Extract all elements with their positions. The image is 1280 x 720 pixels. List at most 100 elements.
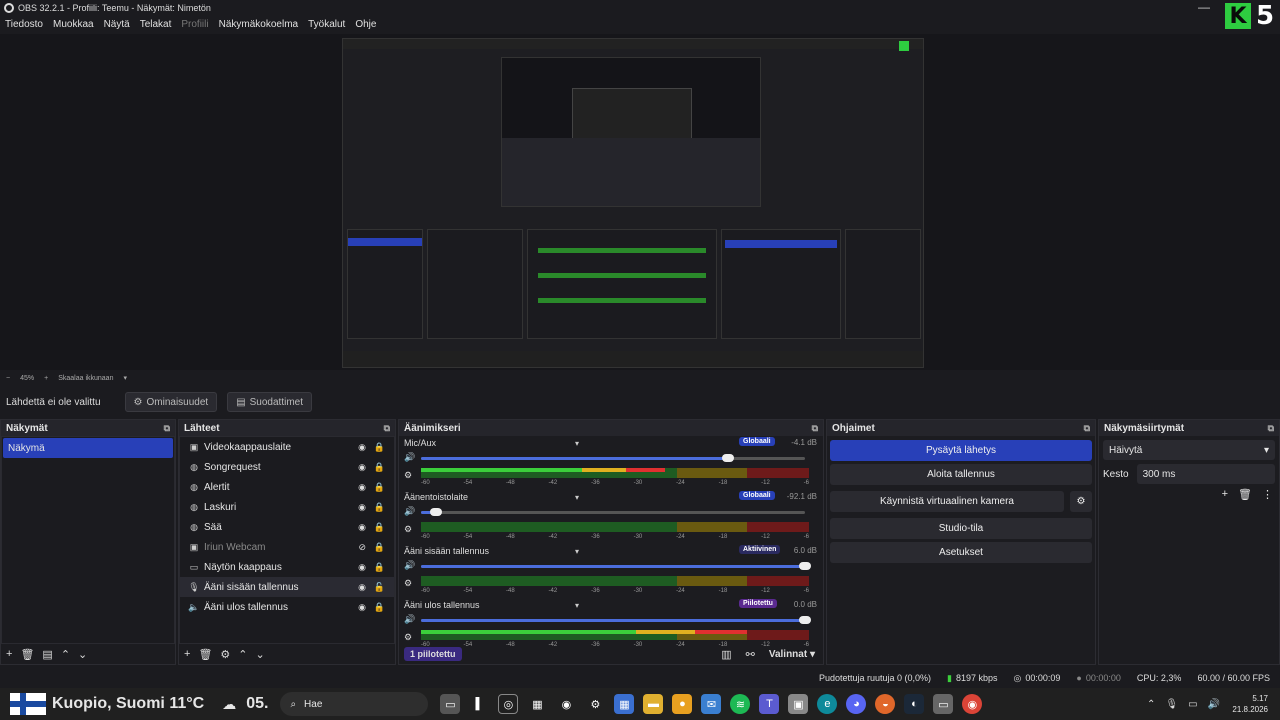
lock-icon[interactable]: 🔒: [374, 502, 385, 513]
eye-icon[interactable]: ◉: [358, 462, 366, 473]
zoom-in-button[interactable]: +: [44, 375, 48, 382]
chrome-icon[interactable]: ◉: [962, 694, 983, 714]
source-item[interactable]: ▣ Iriun Webcam ⊘ 🔒: [180, 537, 394, 557]
menu-scene-collection[interactable]: Näkymäkokoelma: [219, 19, 298, 30]
hidden-channels-button[interactable]: 1 piilotettu: [404, 647, 462, 661]
slider-knob[interactable]: [799, 562, 811, 570]
source-item[interactable]: ◍ Laskuri ◉ 🔒: [180, 497, 394, 517]
calculator-icon[interactable]: ▦: [614, 694, 635, 714]
source-item[interactable]: 🔈 Ääni ulos tallennus ◉ 🔒: [180, 597, 394, 617]
chevron-up-icon[interactable]: ⌃: [1147, 699, 1155, 710]
volume-icon[interactable]: 🔊: [1208, 699, 1220, 710]
menu-profile[interactable]: Profiili: [181, 19, 208, 30]
settings-app-icon[interactable]: ⚙: [585, 694, 605, 714]
eye-icon[interactable]: ◉: [358, 502, 366, 513]
eye-icon[interactable]: ◉: [358, 582, 366, 593]
eye-icon[interactable]: ◉: [358, 482, 366, 493]
source-item[interactable]: ◍ Sää ◉ 🔒: [180, 517, 394, 537]
mic-tray-icon[interactable]: 🎙: [1165, 699, 1178, 710]
duration-input[interactable]: 300 ms: [1136, 464, 1275, 484]
settings-button[interactable]: Asetukset: [830, 542, 1092, 563]
discord-icon[interactable]: ◕: [846, 694, 867, 714]
scene-filters-button[interactable]: ▤: [42, 648, 52, 661]
mail-icon[interactable]: ✉: [701, 694, 722, 714]
studio-mode-button[interactable]: Studio-tila: [830, 518, 1092, 539]
channel-settings-icon[interactable]: ⚙: [404, 578, 412, 589]
channel-menu-icon[interactable]: ▾: [575, 493, 579, 502]
popout-icon[interactable]: ⧉: [384, 423, 390, 434]
add-scene-button[interactable]: +: [6, 648, 12, 660]
slider-knob[interactable]: [430, 508, 443, 516]
source-properties-button[interactable]: ⚙: [220, 648, 230, 661]
channel-menu-icon[interactable]: ▾: [575, 547, 579, 556]
weather-widget[interactable]: Kuopio, Suomi 11°C: [52, 695, 204, 713]
menu-edit[interactable]: Muokkaa: [53, 19, 94, 30]
mixer-options-button[interactable]: Valinnat ▾: [769, 649, 815, 660]
popout-icon[interactable]: ⧉: [812, 423, 818, 434]
volume-icon[interactable]: 🔊: [404, 614, 415, 625]
menu-docks[interactable]: Telakat: [140, 19, 172, 30]
mixer-link-icon[interactable]: ⚯: [746, 648, 755, 661]
eye-icon[interactable]: ◉: [358, 602, 366, 613]
app-icon[interactable]: ▦: [527, 694, 547, 714]
eye-hidden-icon[interactable]: ⊘: [358, 542, 366, 553]
app-icon[interactable]: ●: [672, 694, 693, 714]
filters-button[interactable]: ▤ Suodattimet: [227, 392, 313, 412]
minimize-button[interactable]: —: [1198, 0, 1210, 14]
lock-icon[interactable]: 🔒: [374, 442, 385, 453]
preview-canvas[interactable]: [342, 38, 924, 368]
firefox-icon[interactable]: ◒: [875, 694, 896, 714]
steam-icon[interactable]: ◐: [904, 694, 925, 714]
app-icon[interactable]: ▭: [933, 694, 954, 714]
teams-icon[interactable]: T: [759, 694, 780, 714]
stop-stream-button[interactable]: Pysäytä lähetys: [830, 440, 1092, 461]
virtual-camera-button[interactable]: Käynnistä virtuaalinen kamera: [830, 491, 1064, 512]
lock-icon[interactable]: 🔒: [374, 542, 385, 553]
volume-slider[interactable]: [421, 562, 811, 570]
file-explorer-icon[interactable]: ▬: [643, 694, 664, 714]
source-item[interactable]: 🎙 Ääni sisään tallennus ◉ 🔓: [180, 577, 394, 597]
menu-view[interactable]: Näytä: [104, 19, 130, 30]
volume-slider[interactable]: [421, 508, 805, 516]
channel-settings-icon[interactable]: ⚙: [404, 470, 412, 481]
app-icon[interactable]: ▣: [788, 694, 809, 714]
app-icon[interactable]: ◉: [556, 694, 576, 714]
lock-icon[interactable]: 🔒: [374, 522, 385, 533]
edge-icon[interactable]: e: [817, 694, 838, 714]
menu-tools[interactable]: Työkalut: [308, 19, 345, 30]
clock[interactable]: 5.17 21.8.2026: [1232, 693, 1268, 715]
move-up-button[interactable]: ⌃: [61, 648, 70, 661]
zoom-mode-dropdown-icon[interactable]: ▾: [123, 374, 127, 382]
scene-item[interactable]: Näkymä: [3, 438, 173, 458]
search-box[interactable]: ⌕ Hae: [280, 692, 429, 716]
menu-file[interactable]: Tiedosto: [5, 19, 43, 30]
channel-settings-icon[interactable]: ⚙: [404, 524, 412, 535]
zoom-out-button[interactable]: −: [6, 375, 10, 382]
source-item[interactable]: ◍ Songrequest ◉ 🔒: [180, 457, 394, 477]
lock-icon[interactable]: 🔓: [374, 582, 385, 593]
remove-transition-button[interactable]: 🗑: [1238, 488, 1252, 501]
move-down-button[interactable]: ⌄: [256, 648, 265, 661]
virtual-camera-settings-icon[interactable]: ⚙: [1070, 491, 1092, 512]
transition-select[interactable]: Häivytä ▾: [1103, 440, 1275, 460]
eye-icon[interactable]: ◉: [358, 562, 366, 573]
source-item[interactable]: ◍ Alertit ◉ 🔒: [180, 477, 394, 497]
slider-knob[interactable]: [799, 616, 811, 624]
channel-menu-icon[interactable]: ▾: [575, 601, 579, 610]
volume-icon[interactable]: 🔊: [404, 506, 415, 517]
move-down-button[interactable]: ⌄: [78, 648, 87, 661]
add-source-button[interactable]: +: [184, 648, 190, 660]
slider-knob[interactable]: [722, 454, 735, 462]
volume-icon[interactable]: 🔊: [404, 452, 415, 463]
task-view-icon[interactable]: ▭: [440, 694, 461, 714]
mixer-layout-icon[interactable]: ▥: [721, 648, 731, 661]
popout-icon[interactable]: ⧉: [164, 423, 170, 434]
channel-badge[interactable]: Piilotettu: [739, 599, 777, 608]
lock-icon[interactable]: 🔒: [374, 602, 385, 613]
eye-icon[interactable]: ◉: [358, 522, 366, 533]
source-item[interactable]: ▭ Näytön kaappaus ◉ 🔒: [180, 557, 394, 577]
obs-app-icon[interactable]: ◎: [498, 694, 519, 714]
channel-badge[interactable]: Globaali: [739, 437, 775, 446]
add-transition-button[interactable]: +: [1222, 488, 1228, 501]
channel-menu-icon[interactable]: ▾: [575, 439, 579, 448]
